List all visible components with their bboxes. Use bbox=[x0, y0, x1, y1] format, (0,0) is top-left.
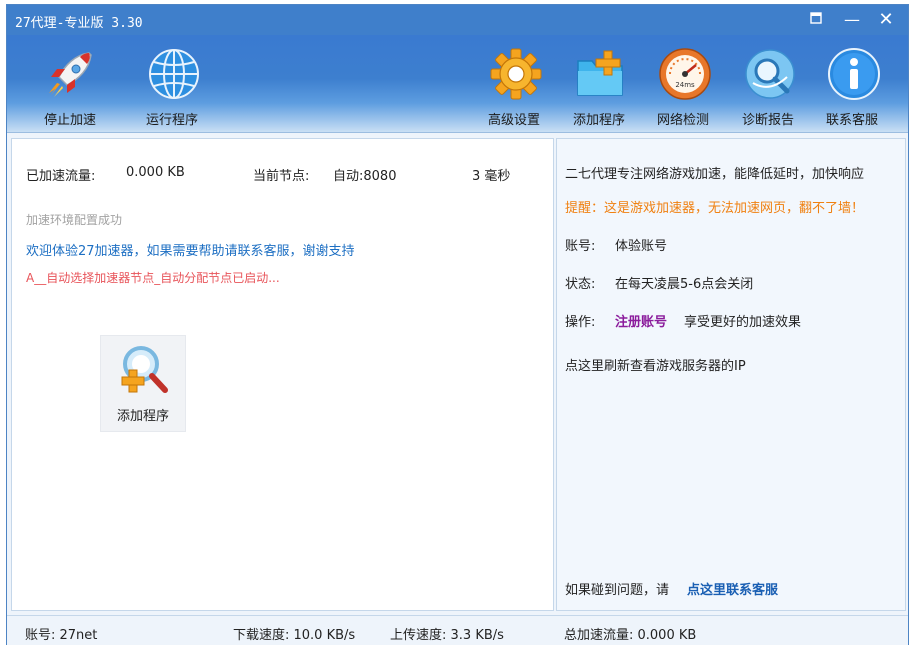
log-line-welcome: 欢迎体验27加速器，如果需要帮助请联系客服，谢谢支持 bbox=[26, 244, 355, 259]
log-line-node: A__自动选择加速器节点_自动分配节点已启动... bbox=[26, 271, 280, 285]
minimize-button[interactable]: — bbox=[841, 11, 863, 29]
main-toolbar: 停止加速 运行程序 高级设置 添加程序 24ms 网络检测 诊断报告 联系客服 bbox=[7, 35, 908, 133]
gear-icon bbox=[490, 48, 542, 100]
register-desc: 享受更好的加速效果 bbox=[684, 315, 802, 330]
stop-accel-label: 停止加速 bbox=[43, 113, 96, 128]
refresh-ip-link[interactable]: 点这里刷新查看游戏服务器的IP bbox=[565, 355, 746, 374]
node-value: 自动:8080 bbox=[333, 169, 397, 184]
traffic-label: 已加速流量: bbox=[26, 169, 96, 184]
account-label: 账号: bbox=[565, 239, 596, 254]
status-label: 状态: bbox=[565, 277, 596, 292]
diagnose-report-label: 诊断报告 bbox=[741, 113, 794, 128]
rocket-icon bbox=[49, 52, 92, 97]
contact-support-link[interactable]: 点这里联系客服 bbox=[687, 579, 778, 598]
log-line-config: 加速环境配置成功 bbox=[26, 213, 123, 227]
magnifier-add-icon bbox=[121, 346, 168, 393]
run-program-label: 运行程序 bbox=[145, 113, 198, 128]
status-total-traffic: 总加速流量: 0.000 KB bbox=[564, 628, 697, 643]
network-check-button[interactable]: 24ms 网络检测 bbox=[644, 43, 722, 129]
diagnose-report-button[interactable]: 诊断报告 bbox=[729, 43, 807, 129]
latency-value: 3 毫秒 bbox=[472, 169, 511, 184]
register-account-link[interactable]: 注册账号 bbox=[615, 311, 667, 330]
status-panel: 已加速流量: 0.000 KB 当前节点: 自动:8080 3 毫秒 加速环境配… bbox=[11, 138, 554, 611]
contact-support-label: 联系客服 bbox=[825, 113, 878, 128]
folder-add-icon bbox=[577, 50, 623, 96]
globe-icon bbox=[149, 49, 199, 99]
info-icon bbox=[828, 48, 880, 100]
app-window: 27代理-专业版 3.30 — ✕ 停止加速 运行程序 高级设置 添加程序 24… bbox=[6, 4, 909, 645]
status-account: 账号: 27net bbox=[25, 628, 98, 643]
add-tile-label: 添加程序 bbox=[116, 409, 169, 424]
action-label: 操作: bbox=[565, 315, 596, 330]
gauge-readout: 24ms bbox=[675, 81, 695, 89]
window-title: 27代理-专业版 3.30 bbox=[15, 16, 143, 31]
traffic-value: 0.000 KB bbox=[126, 165, 185, 180]
advanced-settings-button[interactable]: 高级设置 bbox=[475, 43, 553, 129]
status-value: 在每天凌晨5-6点会关闭 bbox=[615, 277, 754, 292]
slogan-text: 二七代理专注网络游戏加速，能降低延时，加快响应 bbox=[565, 167, 865, 182]
pin-icon[interactable] bbox=[805, 11, 827, 29]
add-program-button[interactable]: 添加程序 bbox=[560, 43, 638, 129]
contact-support-button[interactable]: 联系客服 bbox=[813, 43, 891, 129]
status-download-speed: 下载速度: 10.0 KB/s bbox=[233, 628, 356, 643]
advanced-settings-label: 高级设置 bbox=[487, 113, 540, 128]
close-button[interactable]: ✕ bbox=[875, 11, 897, 29]
network-check-label: 网络检测 bbox=[656, 113, 709, 128]
run-program-button[interactable]: 运行程序 bbox=[133, 43, 211, 129]
diagnostic-icon bbox=[745, 49, 795, 99]
add-program-tile[interactable]: 添加程序 bbox=[100, 335, 186, 432]
info-panel: 二七代理专注网络游戏加速，能降低延时，加快响应 提醒：这是游戏加速器，无法加速网… bbox=[556, 138, 906, 611]
status-upload-speed: 上传速度: 3.3 KB/s bbox=[390, 628, 504, 643]
status-bar: 账号: 27net 下载速度: 10.0 KB/s 上传速度: 3.3 KB/s… bbox=[7, 615, 908, 645]
account-value: 体验账号 bbox=[615, 239, 668, 254]
title-bar[interactable]: 27代理-专业版 3.30 — ✕ bbox=[7, 5, 908, 35]
speedometer-icon: 24ms bbox=[659, 48, 711, 100]
notice-text: 提醒：这是游戏加速器，无法加速网页，翻不了墙！ bbox=[565, 201, 865, 216]
help-prefix: 如果碰到问题，请 bbox=[565, 583, 670, 598]
add-program-label: 添加程序 bbox=[572, 113, 625, 128]
node-label: 当前节点: bbox=[253, 169, 310, 184]
stop-accel-button[interactable]: 停止加速 bbox=[31, 43, 109, 129]
